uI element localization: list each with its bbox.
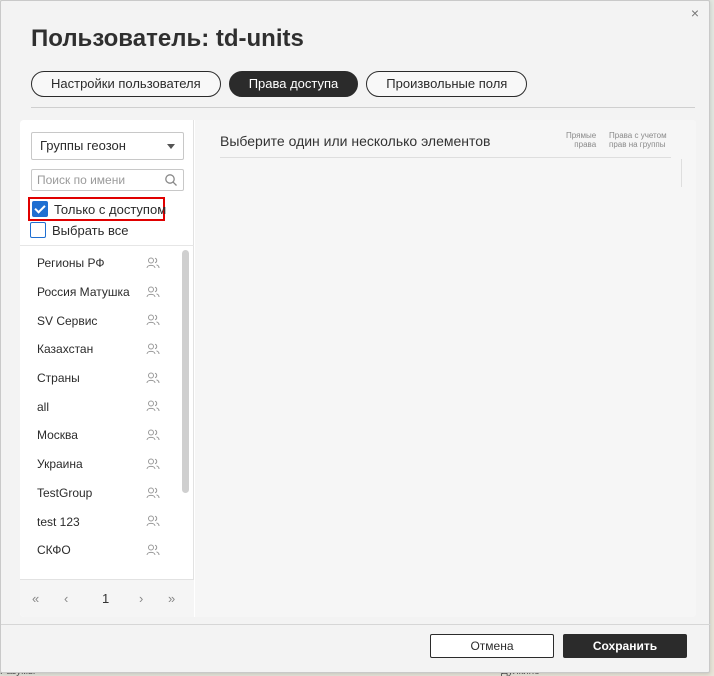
list-item[interactable]: Казахстан [20, 335, 180, 364]
chevron-down-icon [167, 144, 175, 149]
column-group-rights: Права с учетом прав на группы [609, 131, 667, 149]
list-item-label: TestGroup [37, 485, 93, 500]
list-divider [20, 245, 194, 246]
users-icon[interactable] [146, 399, 160, 413]
list-scrollbar[interactable] [182, 250, 190, 580]
dialog-title: Пользователь: td-units [31, 25, 304, 52]
close-icon[interactable]: × [687, 5, 703, 21]
tab-access-rights[interactable]: Права доступа [228, 71, 359, 97]
left-panel: Группы геозон Только с доступом Выбрать … [20, 120, 194, 617]
list-item-label: Казахстан [37, 342, 94, 357]
column-group-line2: прав на группы [609, 140, 666, 149]
column-group-line1: Права с учетом [609, 131, 667, 140]
users-icon[interactable] [146, 514, 160, 528]
users-icon[interactable] [146, 543, 160, 557]
users-icon[interactable] [146, 428, 160, 442]
column-direct-rights: Прямые права [566, 131, 596, 149]
list-item-label: Россия Матушка [37, 285, 130, 300]
first-page-icon[interactable]: « [32, 591, 39, 606]
list-item[interactable]: all [20, 392, 180, 421]
tabs-divider [31, 107, 695, 108]
list-item[interactable]: test 123 [20, 507, 180, 536]
list-item[interactable]: Москва [20, 421, 180, 450]
list-item-label: all [37, 399, 50, 414]
list-item[interactable]: СКФО [20, 536, 180, 565]
users-icon[interactable] [146, 313, 160, 327]
list-item[interactable]: Страны [20, 364, 180, 393]
users-icon[interactable] [146, 457, 160, 471]
select-all-label: Выбрать все [52, 222, 129, 238]
column-direct-line1: Прямые [566, 131, 597, 140]
save-button[interactable]: Сохранить [563, 634, 687, 658]
current-page: 1 [102, 591, 110, 606]
list-item[interactable]: Россия Матушка [20, 278, 180, 307]
group-list: Регионы РФ Россия Матушка SV Сервис Каза… [20, 249, 180, 579]
next-page-icon[interactable]: › [139, 591, 143, 606]
scrollbar-thumb[interactable] [182, 250, 189, 493]
cancel-button[interactable]: Отмена [430, 634, 554, 658]
last-page-icon[interactable]: » [168, 591, 175, 606]
list-item-label: test 123 [37, 514, 80, 529]
group-type-select[interactable]: Группы геозон [31, 132, 184, 160]
column-direct-line2: права [574, 140, 597, 149]
selection-prompt: Выберите один или несколько элементов [220, 133, 491, 149]
user-dialog: Пользователь: td-units × Настройки польз… [0, 0, 711, 673]
prev-page-icon[interactable]: ‹ [64, 591, 68, 606]
list-item[interactable]: TestGroup [20, 479, 180, 508]
list-item-label: Регионы РФ [37, 256, 105, 271]
only-with-access-label: Только с доступом [54, 201, 167, 217]
right-header-divider [220, 157, 671, 158]
users-icon[interactable] [146, 256, 160, 270]
access-content: Группы геозон Только с доступом Выбрать … [20, 120, 696, 617]
list-item-label: Москва [37, 428, 78, 443]
select-all-checkbox[interactable]: Выбрать все [30, 222, 128, 238]
tab-bar: Настройки пользователя Права доступа Про… [31, 71, 528, 97]
tab-user-settings[interactable]: Настройки пользователя [31, 71, 221, 97]
search-icon[interactable] [164, 173, 178, 187]
list-item[interactable]: Украина [20, 450, 180, 479]
list-item-label: SV Сервис [37, 313, 98, 328]
list-item[interactable]: Регионы РФ [20, 249, 180, 278]
users-icon[interactable] [146, 371, 160, 385]
only-with-access-checkbox[interactable]: Только с доступом [28, 197, 167, 221]
right-panel: Выберите один или несколько элементов Пр… [195, 120, 696, 617]
list-item-label: Украина [37, 457, 83, 472]
checkbox-unchecked[interactable] [30, 222, 46, 238]
users-icon[interactable] [146, 342, 160, 356]
users-icon[interactable] [146, 285, 160, 299]
right-scroll-edge [681, 159, 682, 187]
pagination: « ‹ 1 › » [20, 580, 194, 617]
search-field [31, 169, 184, 191]
group-type-select-value: Группы геозон [40, 138, 126, 153]
list-item-label: СКФО [37, 543, 71, 558]
list-item[interactable]: SV Сервис [20, 306, 180, 335]
checkbox-checked[interactable] [32, 201, 48, 217]
users-icon[interactable] [146, 486, 160, 500]
footer-divider [1, 624, 711, 625]
tab-custom-fields[interactable]: Произвольные поля [366, 71, 528, 97]
list-item-label: Страны [37, 371, 80, 386]
search-input[interactable] [32, 170, 156, 190]
